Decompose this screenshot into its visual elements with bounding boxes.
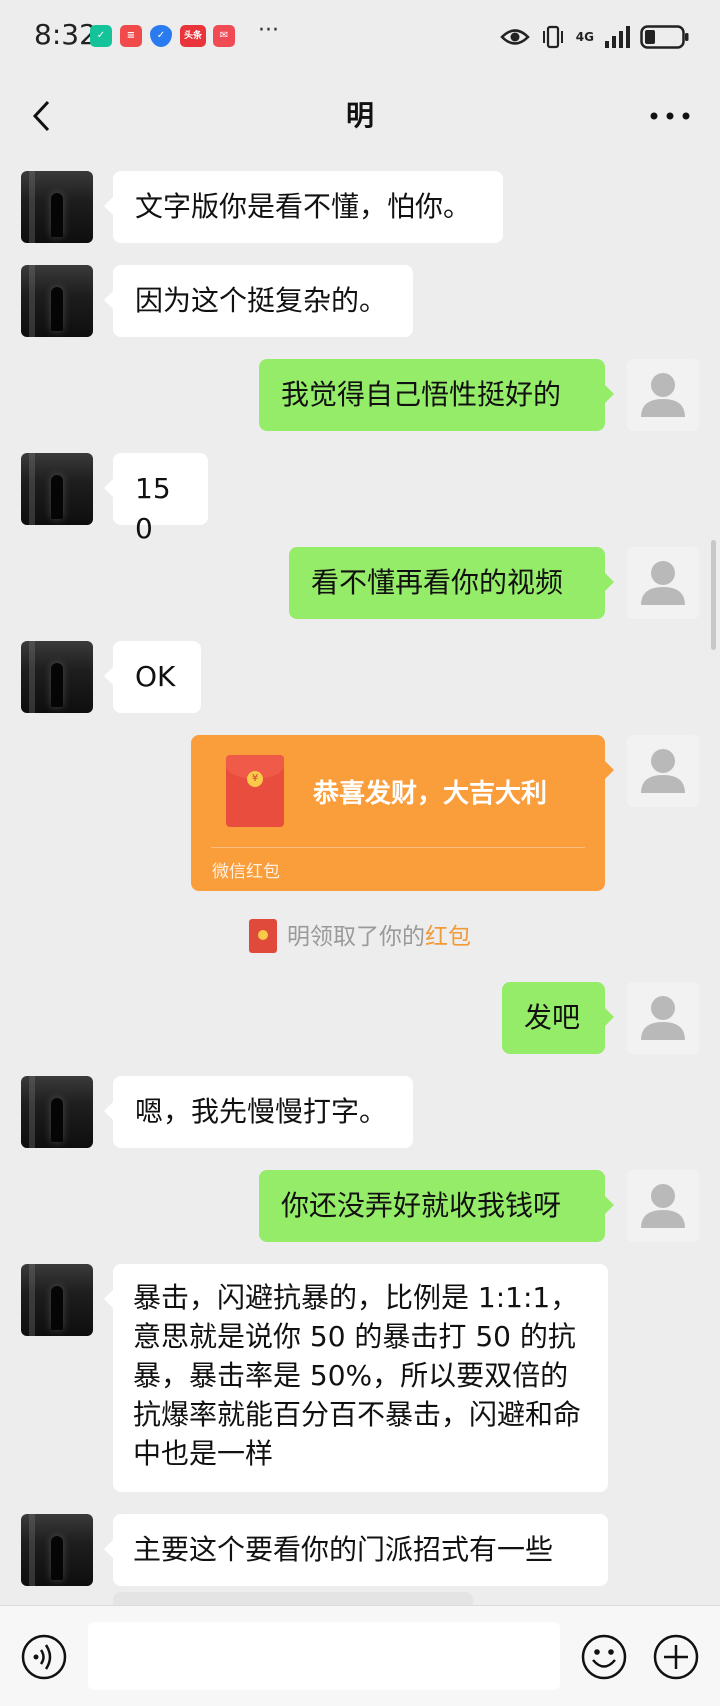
contact-avatar[interactable] [21, 453, 93, 525]
red-packet-link[interactable]: 红包 [425, 924, 471, 950]
contact-avatar[interactable] [21, 1264, 93, 1336]
chat-scrollbar[interactable] [711, 540, 716, 650]
message-bubble-incoming[interactable]: 文字版你是看不懂，怕你。 [104, 171, 503, 243]
message-bubble-incoming[interactable]: 嗯，我先慢慢打字。 [104, 1076, 413, 1148]
status-bar: 8:32 ✓ ≡ ✓ 头条 ✉ ··· 4G [0, 0, 720, 72]
default-user-icon [641, 996, 685, 1040]
message-bubble-incoming[interactable]: OK [104, 641, 201, 713]
voice-input-icon[interactable] [20, 1633, 68, 1681]
default-user-icon [641, 749, 685, 793]
message-input[interactable] [88, 1622, 560, 1690]
shield-app-icon: ✓ [90, 25, 112, 47]
partial-message-bubble [113, 1592, 473, 1605]
vibrate-icon [542, 25, 563, 49]
my-avatar[interactable] [627, 982, 699, 1054]
contact-avatar[interactable] [21, 641, 93, 713]
red-packet-title: 恭喜发财，大吉大利 [313, 779, 548, 809]
message-bubble-incoming[interactable]: 主要这个要看你的门派招式有一些 [104, 1514, 608, 1586]
red-packet-icon: ¥ [226, 755, 284, 827]
eye-icon [500, 29, 530, 45]
message-bubble-incoming[interactable]: 150 [104, 453, 208, 545]
more-options-icon[interactable] [648, 94, 692, 138]
message-bubble-outgoing[interactable]: 看不懂再看你的视频 [289, 547, 614, 619]
message-bubble-incoming[interactable]: 暴击，闪避抗暴的，比例是 1:1:1，意思就是说你 50 的暴击打 50 的抗暴… [104, 1264, 608, 1492]
default-user-icon [641, 373, 685, 417]
red-packet-coin: ¥ [247, 771, 263, 787]
contact-avatar[interactable] [21, 171, 93, 243]
red-packet-claimed-notice: 明领取了你的红包 [0, 918, 720, 955]
chat-title: 明 [345, 99, 374, 132]
red-packet-divider [211, 847, 585, 848]
battery-icon [640, 25, 689, 49]
security-app-icon: ✓ [150, 25, 172, 47]
network-type-label: 4G [575, 30, 594, 44]
contact-avatar[interactable] [21, 1514, 93, 1586]
toutiao-app-icon: 头条 [180, 25, 206, 47]
input-bar [0, 1605, 720, 1706]
mail-app-icon: ✉ [213, 25, 235, 47]
red-packet-label: 微信红包 [212, 862, 280, 882]
add-more-icon[interactable] [652, 1633, 700, 1681]
default-user-icon [641, 561, 685, 605]
status-time: 8:32 [34, 18, 97, 51]
more-notifications-indicator: ··· [258, 18, 279, 43]
message-bubble-incoming[interactable]: 因为这个挺复杂的。 [104, 265, 413, 337]
message-bubble-outgoing[interactable]: 我觉得自己悟性挺好的 [259, 359, 614, 431]
my-avatar[interactable] [627, 547, 699, 619]
chat-header: 明 [0, 72, 720, 160]
signal-icon [605, 26, 630, 48]
notice-text: 明领取了你的 [287, 924, 425, 950]
my-avatar[interactable] [627, 735, 699, 807]
emoji-icon[interactable] [580, 1633, 628, 1681]
red-packet-small-icon [249, 918, 277, 953]
contact-avatar[interactable] [21, 265, 93, 337]
red-packet-message[interactable]: ¥ 恭喜发财，大吉大利 微信红包 [191, 735, 614, 891]
contact-avatar[interactable] [21, 1076, 93, 1148]
my-avatar[interactable] [627, 1170, 699, 1242]
message-bubble-outgoing[interactable]: 发吧 [502, 982, 614, 1054]
default-user-icon [641, 1184, 685, 1228]
message-bubble-outgoing[interactable]: 你还没弄好就收我钱呀 [259, 1170, 614, 1242]
stack-app-icon: ≡ [120, 25, 142, 47]
my-avatar[interactable] [627, 359, 699, 431]
